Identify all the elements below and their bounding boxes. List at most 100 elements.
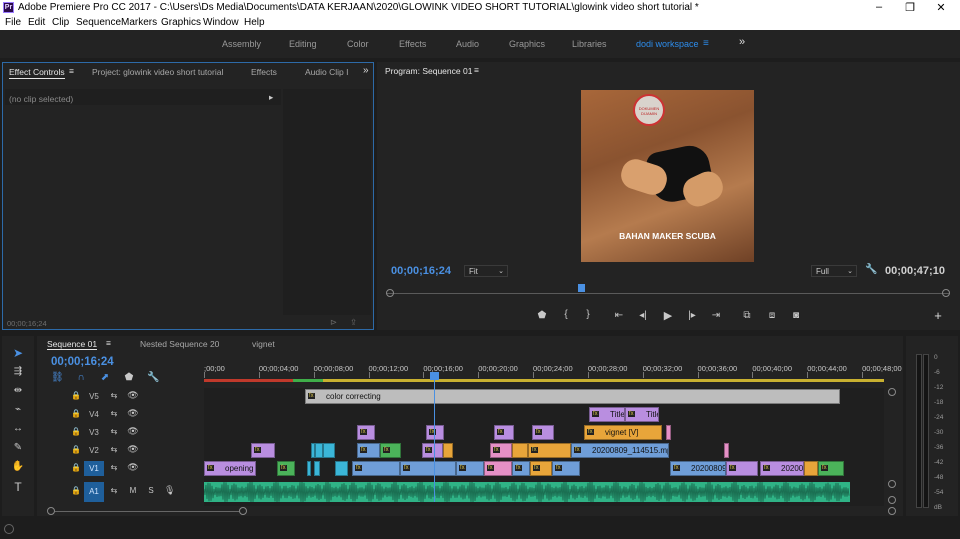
- filter-icon[interactable]: ⊳: [330, 317, 337, 328]
- timeline-zoom-bar[interactable]: [55, 511, 239, 512]
- clip-title-2[interactable]: fx Title: [625, 407, 659, 422]
- workspace-color[interactable]: Color: [347, 39, 369, 49]
- microphone-icon[interactable]: 🎙: [164, 485, 175, 496]
- add-button[interactable]: +: [931, 308, 945, 323]
- mark-out-icon[interactable]: }: [581, 309, 595, 320]
- clip-v1[interactable]: fx: [456, 461, 484, 476]
- mark-in-icon[interactable]: {: [559, 309, 573, 320]
- workspace-editing[interactable]: Editing: [289, 39, 317, 49]
- menu-file[interactable]: File: [5, 17, 21, 28]
- panel-overflow-icon[interactable]: »: [363, 65, 369, 76]
- selection-tool-icon[interactable]: ➤: [10, 346, 26, 360]
- workspace-effects[interactable]: Effects: [399, 39, 426, 49]
- track-lock-icon[interactable]: 🔒: [71, 391, 81, 400]
- clip-v1-cyan[interactable]: [307, 461, 311, 476]
- export-frame-icon[interactable]: ◙: [789, 310, 803, 321]
- track-label[interactable]: A1: [84, 482, 104, 502]
- clip-v3-marker[interactable]: [666, 425, 671, 440]
- track-visibility-eye-icon[interactable]: 👁: [127, 426, 139, 437]
- tab-effects[interactable]: Effects: [251, 67, 277, 77]
- track-lock-icon[interactable]: 🔒: [71, 409, 81, 418]
- clip-dip-transition[interactable]: Dip: [804, 461, 818, 476]
- go-to-in-icon[interactable]: ⇤: [612, 310, 626, 321]
- workspace-assembly[interactable]: Assembly: [222, 39, 261, 49]
- clip-v2-mp4[interactable]: fx 20200809_114515.mp4: [571, 443, 669, 458]
- tab-audio-clip-mixer[interactable]: Audio Clip I: [305, 67, 348, 77]
- tab-vignet[interactable]: vignet: [252, 339, 275, 349]
- menu-sequence[interactable]: Sequence: [76, 17, 121, 28]
- clip-v1-green[interactable]: fx: [818, 461, 844, 476]
- workspace-overflow-icon[interactable]: »: [739, 36, 745, 48]
- timeline-timecode[interactable]: 00;00;16;24: [51, 356, 114, 368]
- extract-icon[interactable]: ⧈: [765, 310, 779, 321]
- clip-v3[interactable]: fx: [426, 425, 444, 440]
- program-scrub-bar[interactable]: [386, 284, 950, 300]
- vertical-scroll-bottom[interactable]: [888, 496, 896, 504]
- lift-icon[interactable]: ⧉: [740, 310, 754, 321]
- clip-v2[interactable]: fx: [251, 443, 275, 458]
- program-current-timecode[interactable]: 00;00;16;24: [391, 265, 451, 277]
- clip-v2-green[interactable]: fx: [380, 443, 401, 458]
- timeline-playhead[interactable]: [430, 372, 439, 380]
- clip-v1[interactable]: fx: [552, 461, 580, 476]
- workspace-dodi[interactable]: dodi workspace: [636, 39, 699, 49]
- track-sync-lock-icon[interactable]: ⇆: [109, 463, 119, 472]
- tab-sequence-01[interactable]: Sequence 01: [47, 339, 98, 350]
- linked-selection-icon[interactable]: ⬈: [99, 372, 111, 383]
- menu-clip[interactable]: Clip: [52, 17, 69, 28]
- fit-select[interactable]: Fit ⌄: [464, 265, 508, 277]
- clip-v1[interactable]: fx: [726, 461, 758, 476]
- workspace-audio[interactable]: Audio: [456, 39, 479, 49]
- go-to-out-icon[interactable]: ⇥: [709, 310, 723, 321]
- track-visibility-eye-icon[interactable]: 👁: [127, 390, 139, 401]
- clip-v1[interactable]: fx: [484, 461, 512, 476]
- wrench-icon[interactable]: 🔧: [865, 264, 877, 275]
- clip-v1[interactable]: fx: [400, 461, 456, 476]
- maximize-button[interactable]: ❐: [899, 1, 921, 14]
- track-visibility-eye-icon[interactable]: 👁: [127, 444, 139, 455]
- scrub-start-handle[interactable]: [386, 289, 394, 297]
- play-icon[interactable]: ▶: [661, 309, 675, 322]
- track-mute-button[interactable]: M: [128, 486, 138, 495]
- time-ruler[interactable]: ;00;00 00;00;04;00 00;00;08;00 00;00;12;00 0…: [204, 360, 902, 386]
- timeline-menu-icon[interactable]: ≡: [106, 338, 111, 348]
- clip-area[interactable]: fxcolor correctingfxTitlefxTitlefxfxfxfx…: [204, 388, 884, 506]
- add-marker-icon[interactable]: ⬟: [123, 372, 135, 383]
- zoom-handle-right[interactable]: [239, 507, 247, 515]
- track-lock-icon[interactable]: 🔒: [71, 427, 81, 436]
- program-playhead[interactable]: [577, 284, 585, 292]
- clip-v3[interactable]: fx: [494, 425, 514, 440]
- track-visibility-eye-icon[interactable]: 👁: [127, 408, 139, 419]
- workspace-menu-icon[interactable]: ≡: [703, 38, 709, 49]
- step-forward-icon[interactable]: |▸: [685, 310, 699, 321]
- clip-v2-cyan[interactable]: [323, 443, 335, 458]
- track-sync-lock-icon[interactable]: ⇆: [109, 391, 119, 400]
- track-solo-button[interactable]: S: [146, 486, 156, 495]
- pen-tool-icon[interactable]: ✎: [10, 442, 26, 453]
- clip-v3[interactable]: fx: [532, 425, 554, 440]
- hand-tool-icon[interactable]: ✋: [10, 461, 26, 472]
- track-sync-lock-icon[interactable]: ⇆: [109, 427, 119, 436]
- menu-graphics[interactable]: Graphics: [161, 17, 201, 28]
- clip-opening[interactable]: fx opening: [204, 461, 256, 476]
- video-frame[interactable]: DOKUMEN DIJAMIN BAHAN MAKER SCUBA: [581, 90, 754, 262]
- clip-v2-marker[interactable]: [724, 443, 729, 458]
- menu-markers[interactable]: Markers: [121, 17, 157, 28]
- quality-select[interactable]: Full ⌄: [811, 265, 857, 277]
- horizontal-scroll-end[interactable]: [888, 507, 896, 515]
- clip-v1[interactable]: fx: [530, 461, 552, 476]
- track-select-tool-icon[interactable]: ⇶: [10, 366, 26, 377]
- step-back-icon[interactable]: ◂|: [636, 310, 650, 321]
- add-marker-icon[interactable]: ⬟: [535, 310, 549, 321]
- track-sync-lock-icon[interactable]: ⇆: [109, 445, 119, 454]
- vertical-scroll-top[interactable]: [888, 388, 896, 396]
- clip-v1[interactable]: fx: [352, 461, 400, 476]
- clip-v2-cyan[interactable]: [315, 443, 323, 458]
- workspace-graphics[interactable]: Graphics: [509, 39, 545, 49]
- clip-v3[interactable]: fx: [357, 425, 375, 440]
- razor-tool-icon[interactable]: ⌁: [10, 404, 26, 415]
- snap-icon[interactable]: ∩: [75, 372, 87, 383]
- clip-v1[interactable]: fx: [512, 461, 530, 476]
- menu-window[interactable]: Window: [203, 17, 239, 28]
- export-icon[interactable]: ⇪: [350, 317, 357, 328]
